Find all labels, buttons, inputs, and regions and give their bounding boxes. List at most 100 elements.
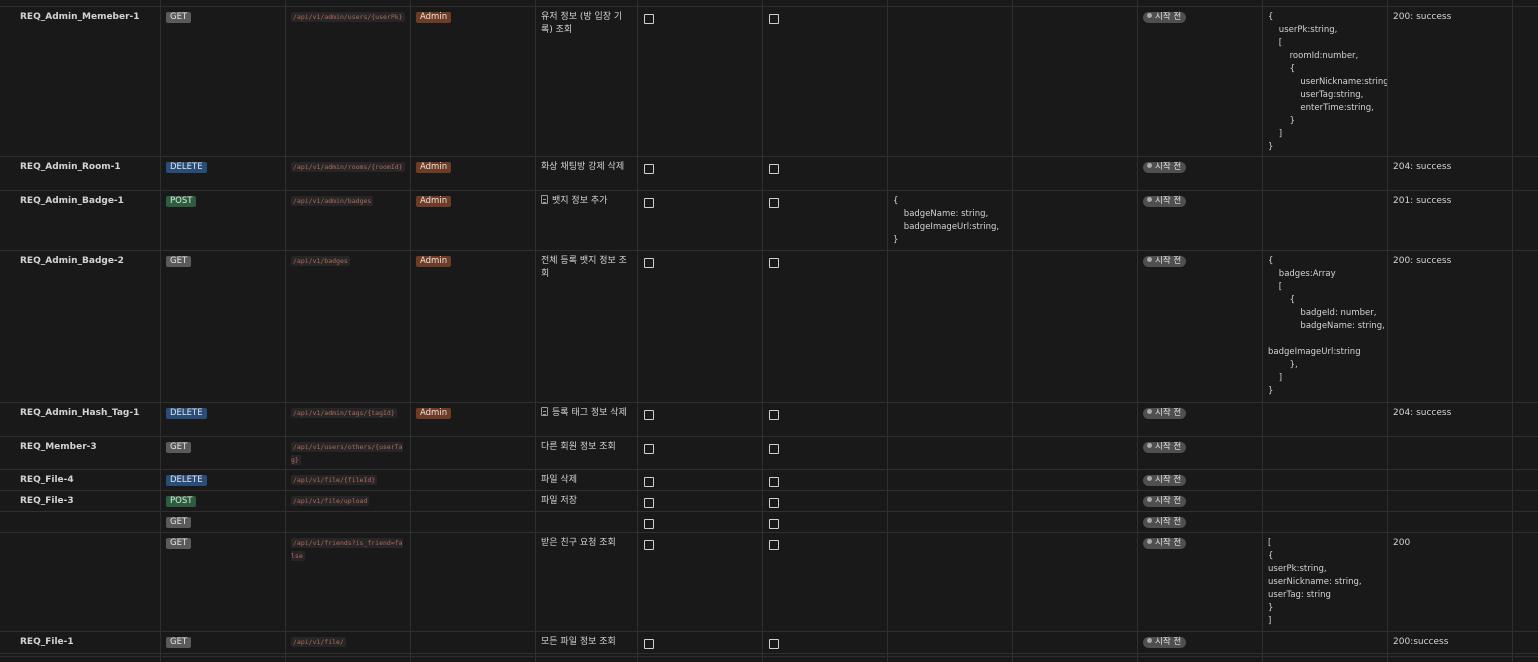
role-cell[interactable] (411, 437, 536, 469)
checkbox[interactable] (644, 14, 654, 24)
table-cell[interactable] (1013, 7, 1138, 156)
endpoint-cell[interactable]: /api/v1/admin/tags/{tagId} (286, 403, 411, 436)
status-code-cell[interactable]: 200 (1388, 533, 1513, 631)
role-cell[interactable]: Admin (411, 403, 536, 436)
request-body-cell[interactable]: { badgeName: string, badgeImageUrl:strin… (888, 191, 1013, 250)
method-tag[interactable]: GET (166, 12, 192, 23)
frontend-check-cell[interactable] (638, 437, 763, 469)
table-cell[interactable] (1013, 157, 1138, 190)
response-body-cell[interactable] (1263, 403, 1388, 436)
checkbox[interactable] (769, 519, 779, 529)
method-tag[interactable]: POST (166, 496, 197, 507)
status-badge[interactable]: 시작 전 (1143, 196, 1187, 207)
role-tag[interactable]: Admin (416, 196, 452, 207)
checkbox[interactable] (769, 164, 779, 174)
request-id-cell[interactable]: REQ_Admin_Hash_Tag-1 (0, 403, 161, 436)
request-body-cell[interactable] (888, 7, 1013, 156)
request-id-cell[interactable]: REQ_File-4 (0, 470, 161, 490)
request-id-cell[interactable]: REQ_File-1 (0, 632, 161, 653)
method-cell[interactable]: GET (161, 437, 286, 469)
table-cell[interactable] (1013, 512, 1138, 532)
response-body-cell[interactable] (1263, 632, 1388, 653)
endpoint-cell[interactable]: /api/v1/file/ (286, 632, 411, 653)
status-code-cell[interactable] (1388, 512, 1513, 532)
backend-check-cell[interactable] (763, 7, 888, 156)
response-body-cell[interactable] (1263, 437, 1388, 469)
response-body-cell[interactable] (1263, 470, 1388, 490)
title-cell[interactable]: 전체 등록 뱃지 정보 조회 (536, 251, 638, 402)
endpoint-cell[interactable] (286, 512, 411, 532)
title-cell[interactable]: 뱃지 정보 추가 (536, 191, 638, 250)
response-body-cell[interactable]: { userPk:string, [ roomId:number, { user… (1263, 7, 1388, 156)
table-cell[interactable] (1013, 632, 1138, 653)
status-badge[interactable]: 시작 전 (1143, 162, 1187, 173)
table-cell[interactable] (1013, 403, 1138, 436)
method-cell[interactable]: GET (161, 632, 286, 653)
status-code-cell[interactable]: 200: success (1388, 7, 1513, 156)
response-body-cell[interactable] (1263, 512, 1388, 532)
title-cell[interactable]: 파일 삭제 (536, 470, 638, 490)
request-body-cell[interactable] (888, 512, 1013, 532)
status-badge[interactable]: 시작 전 (1143, 517, 1187, 528)
status-badge[interactable]: 시작 전 (1143, 256, 1187, 267)
title-cell[interactable]: 파일 저장 (536, 491, 638, 511)
table-row[interactable]: REQ_Admin_Hash_Tag-1 DELETE/api/v1/admin/… (0, 403, 1538, 437)
request-body-cell[interactable] (888, 632, 1013, 653)
table-cell[interactable] (1513, 533, 1538, 631)
table-row[interactable]: REQ_Member-3 GET/api/v1/users/others/{use… (0, 437, 1538, 470)
table-cell[interactable] (1013, 251, 1138, 402)
table-row[interactable]: REQ_File-1 GET/api/v1/file/모든 파일 정보 조회 시작 … (0, 632, 1538, 654)
method-tag[interactable]: GET (166, 538, 192, 549)
checkbox[interactable] (769, 540, 779, 550)
role-cell[interactable]: Admin (411, 157, 536, 190)
title-cell[interactable]: 화상 채팅방 강제 삭제 (536, 157, 638, 190)
role-tag[interactable]: Admin (416, 256, 452, 267)
method-cell[interactable]: GET (161, 533, 286, 631)
table-cell[interactable] (1513, 403, 1538, 436)
role-cell[interactable]: Admin (411, 251, 536, 402)
method-tag[interactable]: GET (166, 517, 192, 528)
request-id-cell[interactable]: REQ_Admin_Badge-2 (0, 251, 161, 402)
table-cell[interactable] (1513, 251, 1538, 402)
table-cell[interactable] (1513, 491, 1538, 511)
checkbox[interactable] (769, 444, 779, 454)
frontend-check-cell[interactable] (638, 157, 763, 190)
status-cell[interactable]: 시작 전 (1138, 157, 1263, 190)
response-body-cell[interactable] (1263, 157, 1388, 190)
checkbox[interactable] (644, 164, 654, 174)
request-body-cell[interactable] (888, 403, 1013, 436)
checkbox[interactable] (644, 639, 654, 649)
frontend-check-cell[interactable] (638, 512, 763, 532)
table-cell[interactable] (1513, 437, 1538, 469)
status-code-cell[interactable]: 204: success (1388, 157, 1513, 190)
status-cell[interactable]: 시작 전 (1138, 191, 1263, 250)
endpoint-cell[interactable]: /api/v1/users/others/{userTag} (286, 437, 411, 469)
method-cell[interactable]: POST (161, 491, 286, 511)
table-row[interactable]: GET/api/v1/friends?is_friend=false 받은 친구 … (0, 533, 1538, 632)
status-badge[interactable]: 시작 전 (1143, 408, 1187, 419)
title-cell[interactable]: 유저 정보 (방 입장 기록) 조회 (536, 7, 638, 156)
table-cell[interactable] (1013, 191, 1138, 250)
status-cell[interactable]: 시작 전 (1138, 7, 1263, 156)
request-id-cell[interactable]: REQ_Admin_Badge-1 (0, 191, 161, 250)
request-body-cell[interactable] (888, 251, 1013, 402)
frontend-check-cell[interactable] (638, 632, 763, 653)
role-tag[interactable]: Admin (416, 408, 452, 419)
backend-check-cell[interactable] (763, 157, 888, 190)
endpoint-cell[interactable]: /api/v1/admin/rooms/{roomId} (286, 157, 411, 190)
backend-check-cell[interactable] (763, 632, 888, 653)
title-cell[interactable] (536, 512, 638, 532)
backend-check-cell[interactable] (763, 403, 888, 436)
checkbox[interactable] (769, 198, 779, 208)
frontend-check-cell[interactable] (638, 491, 763, 511)
role-cell[interactable]: Admin (411, 7, 536, 156)
endpoint-cell[interactable]: /api/v1/file/upload (286, 491, 411, 511)
role-tag[interactable]: Admin (416, 162, 452, 173)
request-id-cell[interactable]: REQ_File-3 (0, 491, 161, 511)
table-cell[interactable] (1513, 512, 1538, 532)
table-cell[interactable] (1013, 533, 1138, 631)
table-row[interactable]: REQ_Admin_Memeber-1 GET/api/v1/admin/user… (0, 7, 1538, 157)
response-body-cell[interactable] (1263, 191, 1388, 250)
checkbox[interactable] (644, 498, 654, 508)
backend-check-cell[interactable] (763, 512, 888, 532)
